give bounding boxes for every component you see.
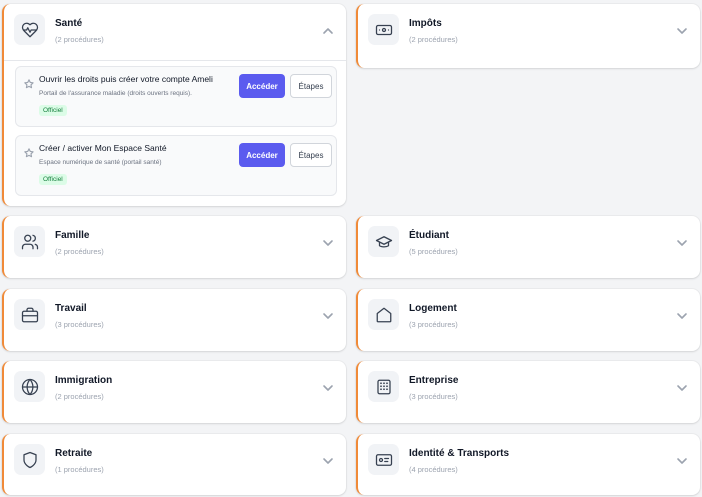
users-icon [14, 226, 45, 257]
category-header-impots[interactable]: Impôts (2 procédures) [358, 4, 700, 60]
category-count: (1 procédures) [55, 465, 104, 474]
category-header-entreprise[interactable]: Entreprise (3 procédures) [358, 361, 700, 417]
acceder-button[interactable]: Accéder [239, 74, 285, 98]
category-header-sante[interactable]: Santé (2 procédures) [4, 4, 346, 60]
category-card-identite[interactable]: Identité & Transports (4 procédures) [356, 434, 700, 495]
category-title: Famille [55, 230, 90, 241]
procedure-description: Espace numérique de santé (portail santé… [39, 159, 162, 166]
category-count: (3 procédures) [409, 320, 458, 329]
graduation-cap-icon [368, 226, 399, 257]
id-card-icon [368, 444, 399, 475]
category-header-identite[interactable]: Identité & Transports (4 procédures) [358, 434, 700, 490]
category-count: (4 procédures) [409, 465, 458, 474]
chevron-down-icon[interactable] [676, 381, 688, 393]
category-title: Travail [55, 303, 87, 314]
procedure-description: Portail de l'assurance maladie (droits o… [39, 90, 192, 97]
divider [4, 60, 346, 61]
category-header-famille[interactable]: Famille (2 procédures) [4, 216, 346, 272]
category-header-travail[interactable]: Travail (3 procédures) [4, 289, 346, 345]
official-badge: Officiel [39, 174, 67, 185]
procedure-item: Créer / activer Mon Espace Santé Espace … [15, 135, 337, 196]
category-count: (3 procédures) [55, 320, 104, 329]
category-card-travail[interactable]: Travail (3 procédures) [2, 289, 346, 351]
category-count: (2 procédures) [55, 247, 104, 256]
star-icon[interactable] [24, 76, 34, 89]
chevron-down-icon[interactable] [322, 236, 334, 248]
procedure-title: Créer / activer Mon Espace Santé [39, 143, 167, 153]
chevron-down-icon[interactable] [322, 309, 334, 321]
category-card-retraite[interactable]: Retraite (1 procédures) [2, 434, 346, 495]
category-count: (2 procédures) [409, 35, 458, 44]
chevron-down-icon[interactable] [676, 309, 688, 321]
category-card-etudiant[interactable]: Étudiant (5 procédures) [356, 216, 700, 278]
etapes-button[interactable]: Étapes [290, 74, 332, 98]
category-count: (5 procédures) [409, 247, 458, 256]
official-badge: Officiel [39, 105, 67, 116]
category-header-logement[interactable]: Logement (3 procédures) [358, 289, 700, 345]
briefcase-icon [14, 299, 45, 330]
globe-icon [14, 371, 45, 402]
category-title: Retraite [55, 448, 93, 459]
category-title: Impôts [409, 18, 442, 29]
category-count: (2 procédures) [55, 392, 104, 401]
category-card-logement[interactable]: Logement (3 procédures) [356, 289, 700, 351]
building-icon [368, 371, 399, 402]
category-title: Identité & Transports [409, 448, 510, 459]
category-header-etudiant[interactable]: Étudiant (5 procédures) [358, 216, 700, 272]
house-icon [368, 299, 399, 330]
shield-icon [14, 444, 45, 475]
category-header-immigration[interactable]: Immigration (2 procédures) [4, 361, 346, 417]
category-title: Entreprise [409, 375, 459, 386]
chevron-up-icon[interactable] [322, 24, 334, 36]
chevron-down-icon[interactable] [322, 454, 334, 466]
category-title: Immigration [55, 375, 113, 386]
category-count: (3 procédures) [409, 392, 458, 401]
procedure-title: Ouvrir les droits puis créer votre compt… [39, 74, 213, 84]
acceder-button[interactable]: Accéder [239, 143, 285, 167]
category-title: Logement [409, 303, 457, 314]
category-card-immigration[interactable]: Immigration (2 procédures) [2, 361, 346, 423]
chevron-down-icon[interactable] [676, 454, 688, 466]
category-card-sante: Santé (2 procédures) Ouvrir les droits p… [2, 4, 346, 206]
category-card-entreprise[interactable]: Entreprise (3 procédures) [356, 361, 700, 423]
heart-pulse-icon [14, 14, 45, 45]
category-title: Santé [55, 18, 83, 29]
star-icon[interactable] [24, 145, 34, 158]
chevron-down-icon[interactable] [322, 381, 334, 393]
etapes-button[interactable]: Étapes [290, 143, 332, 167]
category-title: Étudiant [409, 230, 449, 241]
procedure-item: Ouvrir les droits puis créer votre compt… [15, 66, 337, 127]
category-header-retraite[interactable]: Retraite (1 procédures) [4, 434, 346, 490]
chevron-down-icon[interactable] [676, 236, 688, 248]
category-card-famille[interactable]: Famille (2 procédures) [2, 216, 346, 278]
category-count: (2 procédures) [55, 35, 104, 44]
chevron-down-icon[interactable] [676, 24, 688, 36]
category-card-impots[interactable]: Impôts (2 procédures) [356, 4, 700, 68]
banknote-icon [368, 14, 399, 45]
